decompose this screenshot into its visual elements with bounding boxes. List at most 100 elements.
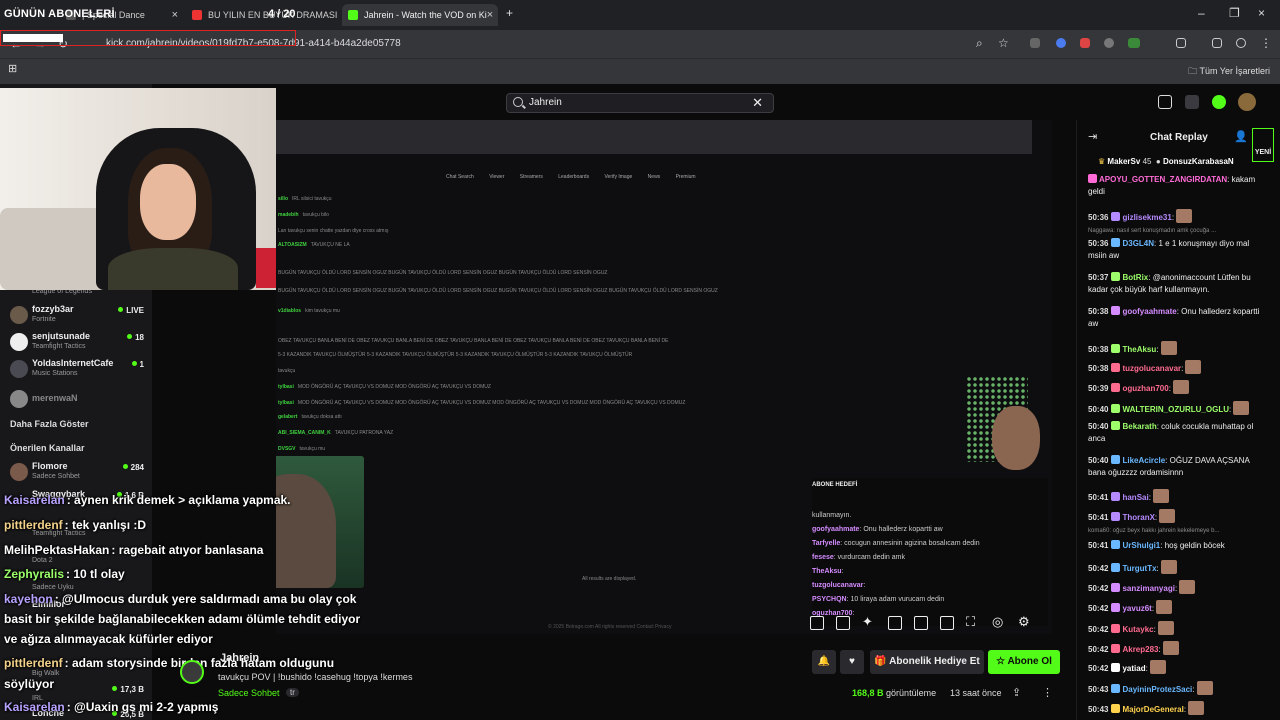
apps-grid-icon[interactable]: ⊞ — [8, 62, 17, 75]
extension-icon[interactable] — [1104, 38, 1114, 48]
chat-message[interactable]: 50:42 yavuz6t: — [1088, 600, 1268, 615]
chat-message[interactable]: 50:41 ThoranX: — [1088, 509, 1268, 524]
extensions-puzzle-icon[interactable] — [1176, 38, 1186, 48]
more-options-icon[interactable]: ⋮ — [1042, 686, 1053, 699]
chat-username[interactable]: goofyaahmate — [1122, 307, 1176, 316]
pip-icon[interactable] — [940, 616, 954, 630]
clips-icon[interactable] — [1158, 95, 1172, 109]
extension-icon[interactable] — [1056, 38, 1066, 48]
recommended-channel[interactable]: Flomore Sadece Sohbet 284 — [10, 461, 148, 487]
new-tab-icon[interactable]: + — [506, 6, 513, 20]
chat-username[interactable]: WALTERIN_OZURLU_OGLU — [1122, 405, 1229, 414]
chat-message[interactable]: 50:38 tuzgolucanavar: — [1088, 360, 1268, 375]
chat-username[interactable]: hanSai — [1122, 493, 1148, 502]
clip-icon[interactable] — [810, 616, 824, 630]
chat-username[interactable]: ThoranX — [1122, 513, 1154, 522]
speed-icon[interactable]: ◎ — [992, 614, 1006, 629]
stream-category[interactable]: Sadece Sohbet — [218, 688, 280, 698]
bookmark-star-icon[interactable]: ☆ — [998, 36, 1009, 50]
tab-close-icon[interactable]: × — [487, 9, 493, 21]
browser-menu-icon[interactable]: ⋮ — [1260, 36, 1272, 50]
chat-username[interactable]: LikeAcircle — [1122, 456, 1165, 465]
chat-users-icon[interactable]: 👤 — [1234, 130, 1248, 143]
chat-message[interactable]: 50:43 DayininProtezSaci: — [1088, 681, 1268, 696]
user-avatar[interactable] — [1238, 93, 1256, 111]
tab-close-icon[interactable]: × — [172, 9, 178, 21]
chat-message[interactable]: 50:36 D3GL4N: 1 e 1 konuşmayı diyo mal ms… — [1088, 238, 1268, 262]
fullscreen-icon[interactable]: ⛶ — [966, 614, 980, 629]
extension-icon[interactable] — [1030, 38, 1040, 48]
chat-username[interactable]: TurgutTx — [1122, 564, 1156, 573]
chat-username[interactable]: D3GL4N — [1122, 239, 1154, 248]
chat-message[interactable]: 50:42 sanzimanyagi: — [1088, 580, 1268, 595]
chat-message[interactable]: 50:40 LikeAcircle: OĞUZ DAVA AÇSANA bana … — [1088, 455, 1268, 479]
profile-icon[interactable] — [1236, 38, 1246, 48]
chat-username[interactable]: BotRix — [1122, 273, 1148, 282]
search-input[interactable]: Jahrein ✕ — [506, 93, 774, 113]
subscribe-button[interactable]: ☆ Abone Ol — [988, 650, 1060, 674]
chat-message[interactable]: 50:43 MajorDeGeneral: — [1088, 701, 1268, 716]
media-icon[interactable] — [1212, 38, 1222, 48]
chat-username[interactable]: yatiad — [1122, 664, 1145, 673]
chat-username[interactable]: DayininProtezSaci — [1122, 685, 1192, 694]
all-bookmarks[interactable]: 🗀 Tüm Yer İşaretleri — [1188, 64, 1270, 80]
gift-subscription-button[interactable]: 🎁 Abonelik Hediye Et — [870, 650, 984, 674]
collapse-chat-icon[interactable]: ⇥ — [1088, 130, 1097, 143]
chat-username[interactable]: APOYU_GOTTEN_ZANGIRDATAN — [1099, 175, 1227, 184]
layout-icon[interactable] — [1185, 95, 1199, 109]
chat-username[interactable]: TheAksu — [1122, 345, 1156, 354]
tab-close-icon[interactable]: × — [337, 9, 338, 21]
chat-message[interactable]: 50:42 TurgutTx: — [1088, 560, 1268, 575]
streamer-name[interactable]: Jahrein — [220, 652, 259, 664]
chat-username[interactable]: MajorDeGeneral — [1122, 705, 1183, 714]
browser-tab-2[interactable]: BU YILIN EN BÜYÜK DRAMASI × — [186, 4, 338, 26]
sidebar-channel[interactable]: merenwaN — [10, 388, 148, 414]
miniplayer-icon[interactable] — [914, 616, 928, 630]
show-more-link[interactable]: Daha Fazla Göster — [10, 419, 89, 429]
notification-bell-button[interactable]: 🔔 — [812, 650, 836, 674]
new-messages-button[interactable]: YENİ — [1252, 128, 1274, 162]
chat-message[interactable]: 50:42 Kutaykc: — [1088, 621, 1268, 636]
window-close-icon[interactable]: × — [1258, 6, 1265, 20]
chat-username[interactable]: oguzhan700 — [1122, 384, 1168, 393]
chat-username[interactable]: Akrep283 — [1122, 645, 1158, 654]
sidebar-channel[interactable]: fozzyb3ar Fortnite LIVE — [10, 304, 148, 330]
chat-message[interactable]: 50:40 Bekarath: coluk cocukla muhattap ol… — [1088, 421, 1268, 445]
maximize-icon[interactable]: ❐ — [1229, 6, 1240, 20]
settings-gear-icon[interactable]: ⚙ — [1018, 614, 1032, 629]
chat-username[interactable]: yavuz6t — [1122, 604, 1151, 613]
stream-tag[interactable]: tr — [286, 688, 299, 697]
chat-username[interactable]: tuzgolucanavar — [1122, 364, 1181, 373]
clear-search-icon[interactable]: ✕ — [752, 95, 763, 111]
follow-heart-button[interactable]: ♥ — [840, 650, 864, 674]
chat-message[interactable]: 50:37 BotRix: @anonimaccount Lütfen bu ka… — [1088, 272, 1268, 296]
chat-username[interactable]: Bekarath — [1122, 422, 1156, 431]
browser-tab-3[interactable]: Jahrein - Watch the VOD on Ki × — [342, 4, 498, 26]
chat-message[interactable]: 50:41 UrShulgi1: hoş geldin böcek — [1088, 540, 1268, 552]
chat-username[interactable]: sanzimanyagi — [1122, 584, 1174, 593]
streamer-avatar[interactable] — [180, 660, 204, 684]
extension-icon[interactable] — [1128, 38, 1140, 48]
sparkle-icon[interactable]: ✦ — [862, 614, 876, 629]
video-player[interactable]: Chat Search Viewer Streamers Leaderboard… — [276, 120, 1052, 634]
zoom-icon[interactable]: ⌕ — [976, 36, 983, 51]
chat-message[interactable]: APOYU_GOTTEN_ZANGIRDATAN: kakam geldi — [1088, 174, 1268, 198]
chat-message[interactable]: 50:41 hanSai: — [1088, 489, 1268, 504]
extension-icon[interactable] — [1080, 38, 1090, 48]
sidebar-channel[interactable]: senjutsunade Teamfight Tactics 18 — [10, 331, 148, 357]
chat-message[interactable]: 50:39 oguzhan700: — [1088, 380, 1268, 395]
theater-icon[interactable] — [888, 616, 902, 630]
chat-message[interactable]: 50:42 Akrep283: — [1088, 641, 1268, 656]
chat-message[interactable]: 50:36 gizlisekme31: — [1088, 209, 1268, 224]
chat-message[interactable]: 50:38 goofyaahmate: Onu halledеrz kopartt… — [1088, 306, 1268, 330]
chat-username[interactable]: gizlisekme31 — [1122, 213, 1171, 222]
chat-message[interactable]: 50:42 yatiad: — [1088, 660, 1268, 675]
chat-message[interactable]: 50:38 TheAksu: — [1088, 341, 1268, 356]
kick-logo-icon[interactable] — [1212, 95, 1226, 109]
chat-username[interactable]: Kutaykc — [1122, 625, 1153, 634]
chat-username[interactable]: UrShulgi1 — [1122, 541, 1160, 550]
chat-message[interactable]: 50:40 WALTERIN_OZURLU_OGLU: — [1088, 401, 1268, 416]
share-icon[interactable]: ⇪ — [1012, 686, 1021, 699]
screenshot-icon[interactable] — [836, 616, 850, 630]
sidebar-channel[interactable]: YoldasInternetCafe Music Stations 1 — [10, 358, 148, 384]
